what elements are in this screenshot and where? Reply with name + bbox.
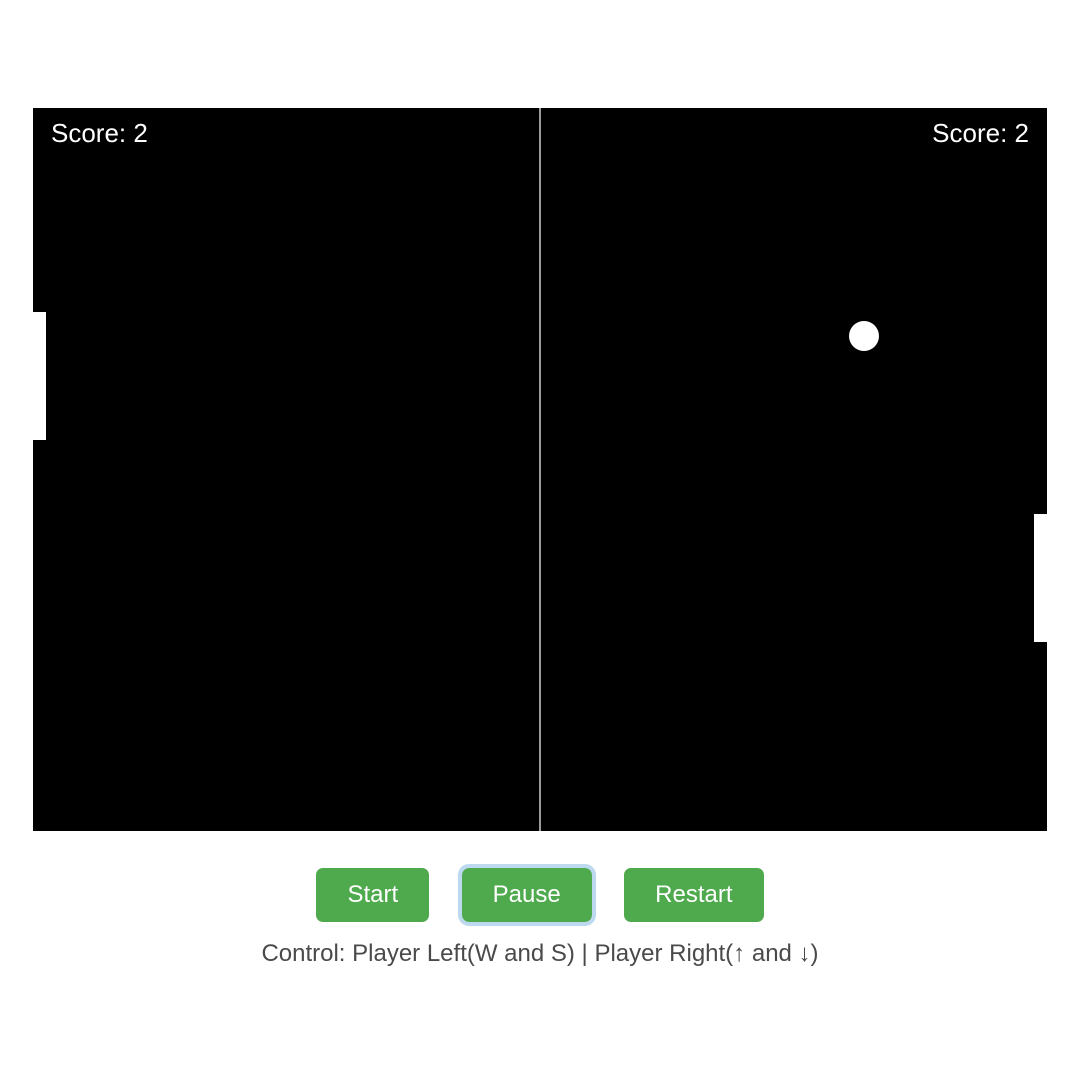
start-button[interactable]: Start [316, 868, 429, 922]
paddle-left [33, 312, 46, 440]
ball [849, 321, 879, 351]
center-line [539, 108, 541, 831]
pause-button[interactable]: Pause [462, 868, 592, 922]
score-left: Score: 2 [51, 118, 148, 149]
score-right: Score: 2 [932, 118, 1029, 149]
paddle-right [1034, 514, 1047, 642]
instructions-text: Control: Player Left(W and S) | Player R… [0, 940, 1080, 968]
restart-button[interactable]: Restart [624, 868, 763, 922]
game-stage[interactable]: Score: 2 Score: 2 [33, 108, 1047, 831]
controls-row: Start Pause Restart [0, 868, 1080, 922]
